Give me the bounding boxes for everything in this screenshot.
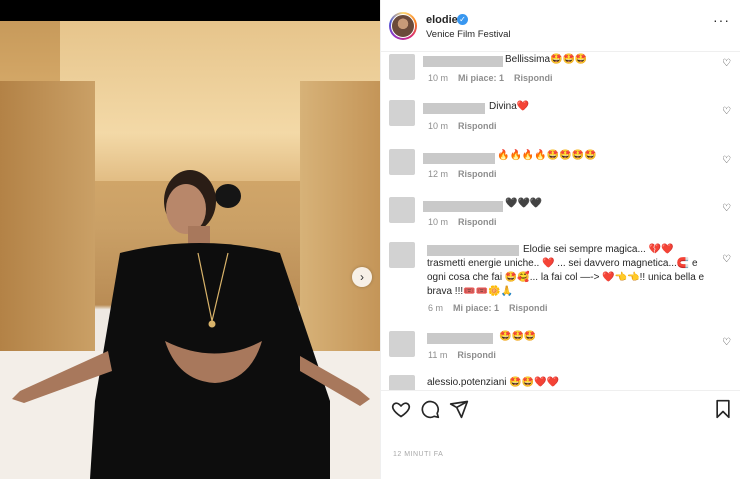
redacted-username <box>427 333 493 344</box>
commenter-avatar[interactable] <box>389 331 415 357</box>
heart-icon[interactable] <box>391 399 411 419</box>
comment-text: 🔥🔥🔥🔥🤩🤩🤩🤩 <box>497 150 597 161</box>
redacted-username <box>423 56 503 67</box>
username-link[interactable]: elodie <box>426 14 458 26</box>
redacted-username <box>423 103 485 114</box>
post-actions-bar <box>381 390 740 428</box>
redacted-username <box>423 153 495 164</box>
comment-meta: 10 m Rispondi <box>428 121 497 131</box>
comment-meta: 10 m Mi piace: 1 Rispondi <box>428 73 553 83</box>
comment-likes[interactable]: Mi piace: 1 <box>458 73 504 83</box>
verified-check-icon: ✓ <box>457 14 468 25</box>
avatar[interactable] <box>389 12 417 40</box>
reply-button[interactable]: Rispondi <box>458 217 497 227</box>
reply-button[interactable]: Rispondi <box>457 350 496 360</box>
comment-likes[interactable]: Mi piace: 1 <box>453 303 499 313</box>
heart-icon[interactable]: ♡ <box>722 254 731 265</box>
comment-time: 10 m <box>428 73 449 83</box>
redacted-username <box>423 201 503 212</box>
heart-icon[interactable]: ♡ <box>722 106 731 117</box>
commenter-avatar[interactable] <box>389 197 415 223</box>
comment-meta: 12 m Rispondi <box>428 169 497 179</box>
reply-button[interactable]: Rispondi <box>458 121 497 131</box>
reply-button[interactable]: Rispondi <box>514 73 553 83</box>
comment-icon[interactable] <box>420 399 440 419</box>
paper-plane-icon[interactable] <box>449 399 469 419</box>
chevron-right-icon: › <box>360 270 364 284</box>
next-photo-button[interactable]: › <box>352 267 372 287</box>
comment-meta: 10 m Rispondi <box>428 217 497 227</box>
heart-icon[interactable]: ♡ <box>722 203 731 214</box>
commenter-avatar[interactable] <box>389 242 415 268</box>
comment-text: 🖤🖤🖤 <box>505 198 543 209</box>
more-options-icon[interactable]: ··· <box>713 12 730 28</box>
location-link[interactable]: Venice Film Festival <box>426 29 510 40</box>
comment-text: Elodie sei sempre magica... 💔❤️ trasmett… <box>427 244 705 297</box>
post-side-panel: elodie ✓ Venice Film Festival ··· Bellis… <box>380 0 740 479</box>
comment-meta: 11 m Rispondi <box>428 350 496 360</box>
avatar-image <box>391 14 415 38</box>
commenter-avatar[interactable] <box>389 149 415 175</box>
comment-time: 6 m <box>428 303 444 313</box>
comment-text: Divina❤️ <box>489 101 530 112</box>
post-time: 12 MINUTI FA <box>393 451 444 458</box>
bookmark-icon[interactable] <box>713 399 733 419</box>
comment-meta: 6 m Mi piace: 1 Rispondi <box>428 303 548 313</box>
comment-time: 10 m <box>428 217 449 227</box>
heart-icon[interactable]: ♡ <box>722 58 731 69</box>
heart-icon[interactable]: ♡ <box>722 337 731 348</box>
comment-time: 11 m <box>428 350 448 360</box>
photo-figure <box>12 170 370 479</box>
commenter-avatar[interactable] <box>389 100 415 126</box>
post-header: elodie ✓ Venice Film Festival ··· <box>381 0 740 52</box>
comments-list[interactable]: Bellissima🤩🤩🤩 10 m Mi piace: 1 Rispondi ♡ … <box>381 52 740 390</box>
reply-button[interactable]: Rispondi <box>509 303 548 313</box>
comment-text: Bellissima🤩🤩🤩 <box>505 54 588 65</box>
post-photo[interactable]: › <box>0 21 380 479</box>
commenter-avatar[interactable] <box>389 54 415 80</box>
reply-button[interactable]: Rispondi <box>458 169 497 179</box>
commenter-avatar[interactable] <box>389 375 415 390</box>
comment-time: 10 m <box>428 121 449 131</box>
heart-icon[interactable]: ♡ <box>722 155 731 166</box>
comment-text: alessio.potenziani 🤩🤩❤️❤️ <box>427 377 560 388</box>
comment-text: 🤩🤩🤩 <box>499 331 537 342</box>
comment-time: 12 m <box>428 169 449 179</box>
